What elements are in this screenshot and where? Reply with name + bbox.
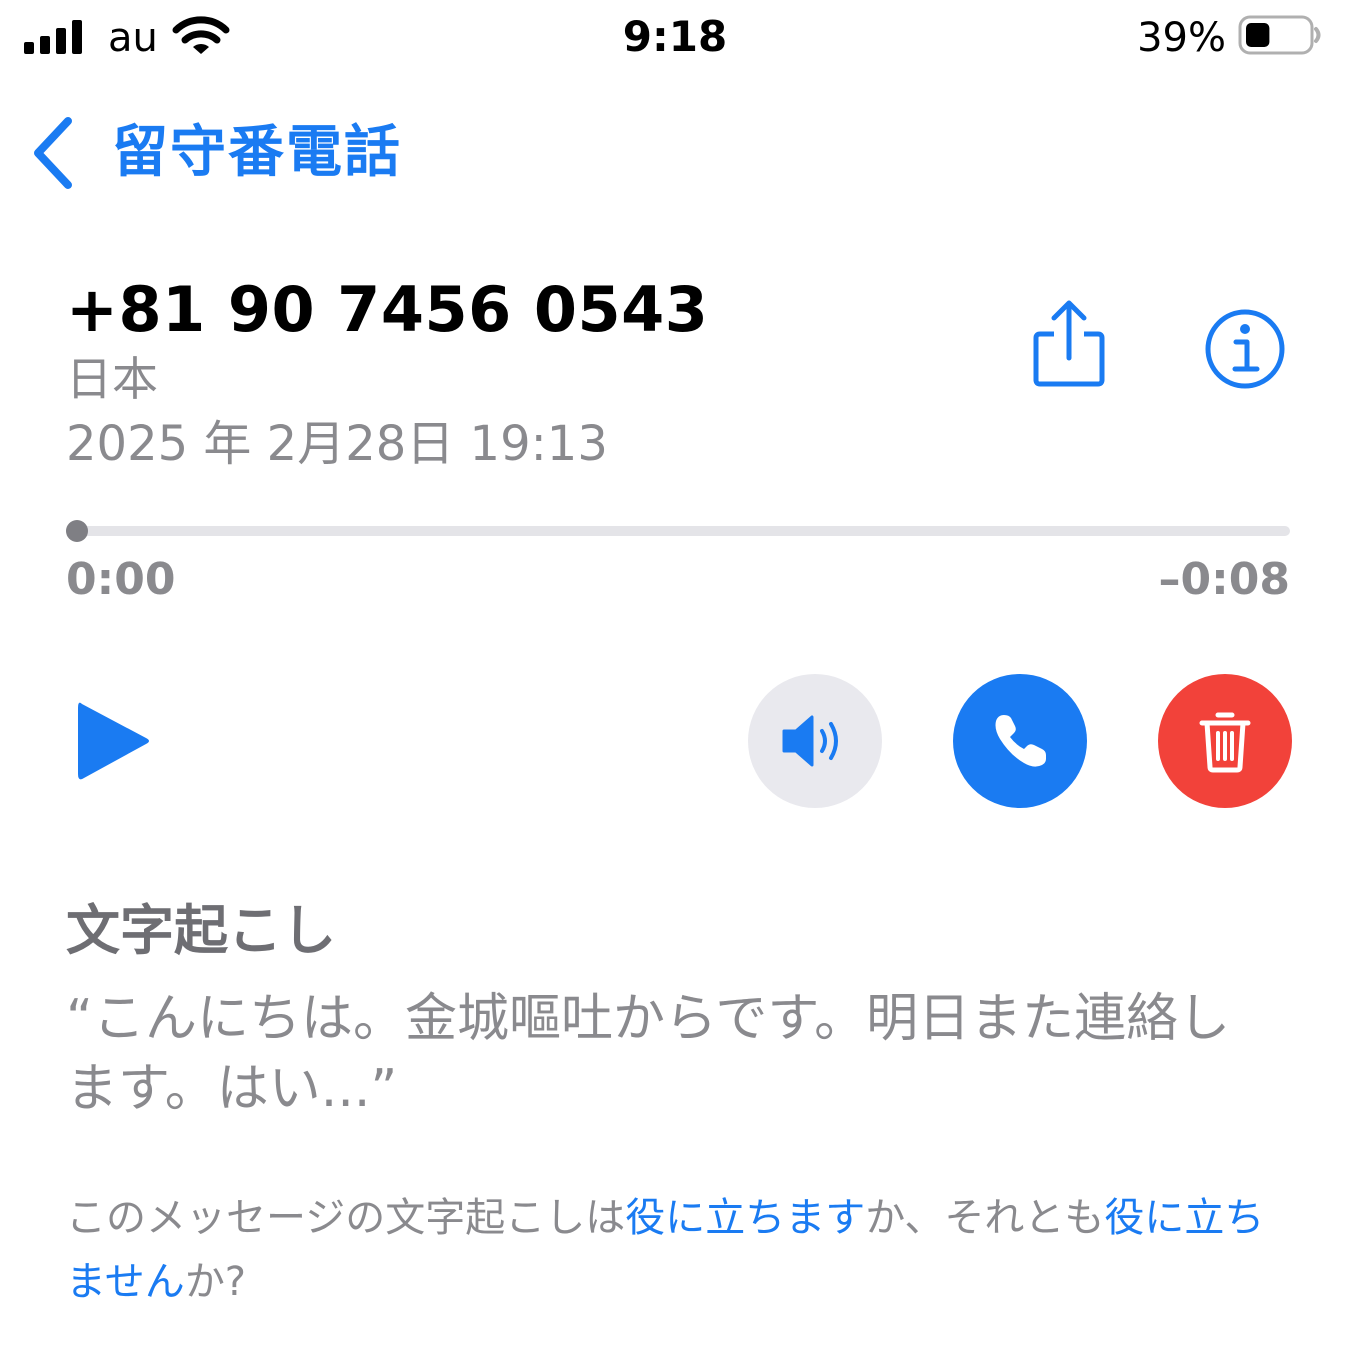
voicemail-detail-screen: au 9:18 39% 留守番電話 +81 90 7456 0543 日本 20… [0, 0, 1350, 1364]
playback-scrubber[interactable] [66, 520, 1290, 542]
transcription-feedback: このメッセージの文字起こしは役に立ちますか、それとも役に立ちませんか? [66, 1186, 1296, 1314]
elapsed-time: 0:00 [66, 554, 176, 605]
caller-location: 日本 [66, 352, 158, 406]
feedback-prefix: このメッセージの文字起こしは [66, 1195, 626, 1241]
feedback-suffix: か? [184, 1259, 247, 1305]
call-back-button[interactable] [953, 674, 1087, 808]
feedback-middle: か、それとも [865, 1195, 1105, 1241]
back-button[interactable]: 留守番電話 [28, 108, 402, 198]
phone-icon [995, 715, 1046, 767]
trash-icon [1199, 712, 1251, 773]
speaker-button[interactable] [748, 674, 882, 808]
voicemail-datetime: 2025 年 2月28日 19:13 [66, 416, 608, 472]
battery-percentage: 39% [1137, 15, 1226, 61]
transcription-heading: 文字起こし [66, 899, 336, 962]
scrubber-handle[interactable] [66, 520, 88, 542]
status-bar: au 9:18 39% [0, 0, 1350, 80]
battery-icon [1238, 15, 1321, 55]
back-button-label: 留守番電話 [112, 120, 402, 185]
info-icon[interactable] [1200, 304, 1290, 394]
delete-button[interactable] [1158, 674, 1292, 808]
transcription-text: “こんにちは。金城嘔吐からです。明日また連絡します。はい...” [66, 989, 1231, 1119]
share-icon[interactable] [1026, 296, 1112, 392]
chevron-left-icon [34, 117, 72, 189]
caller-number: +81 90 7456 0543 [66, 273, 709, 346]
remaining-time: –0:08 [1158, 554, 1290, 605]
speaker-icon [782, 715, 838, 767]
useful-link[interactable]: 役に立ちます [625, 1195, 865, 1241]
play-icon[interactable] [74, 696, 154, 786]
